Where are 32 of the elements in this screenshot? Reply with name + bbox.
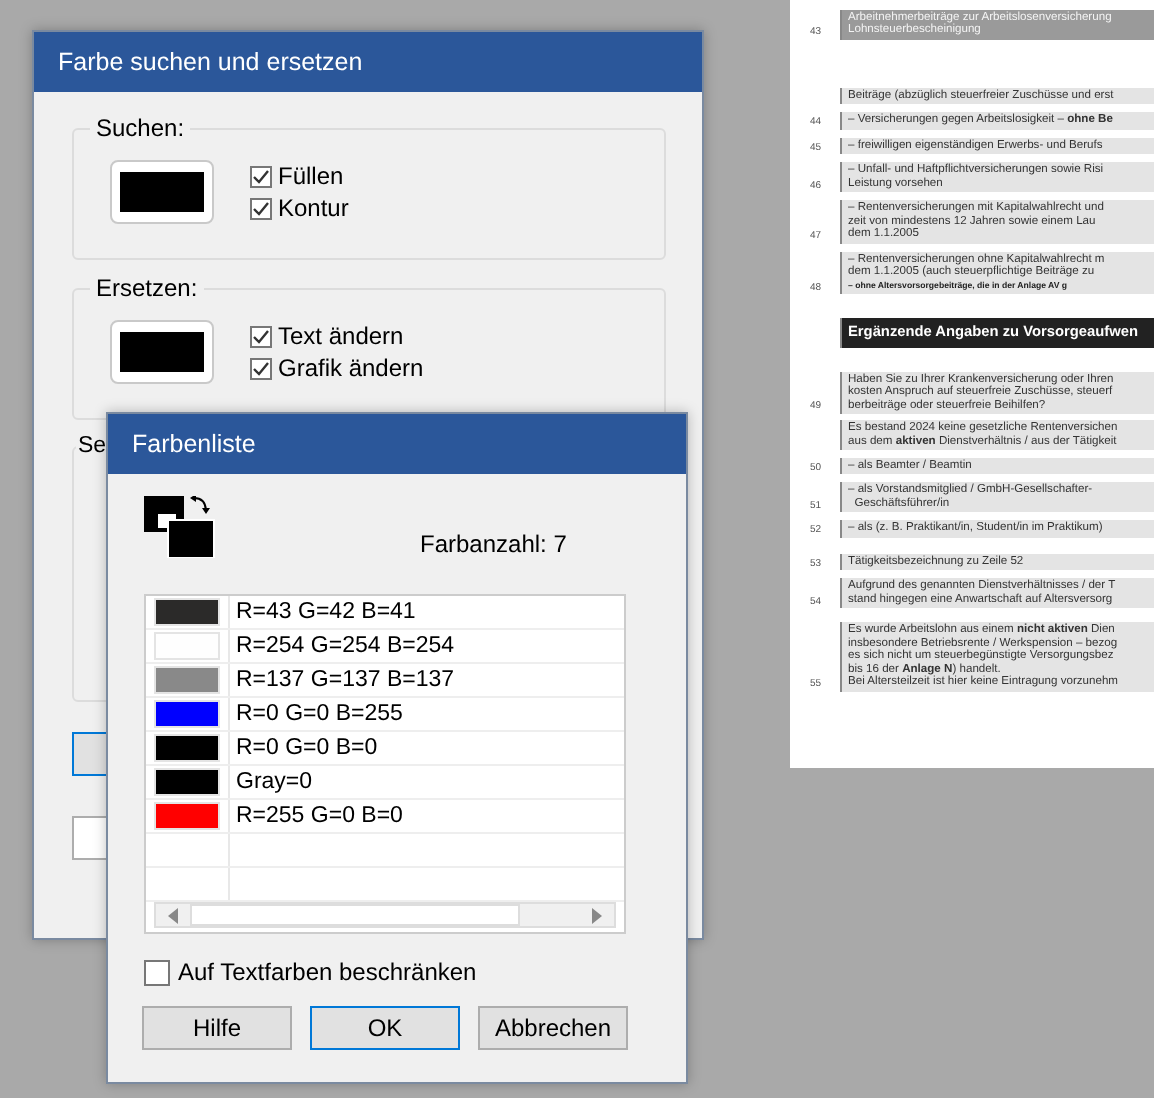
checkbox-label: Füllen [278, 160, 344, 192]
checkbox-label: Grafik ändern [278, 352, 424, 384]
color-swatch[interactable] [110, 160, 214, 224]
horizontal-scrollbar[interactable] [154, 902, 616, 928]
swap-colors-icon[interactable] [144, 496, 216, 558]
scroll-left-icon[interactable] [168, 907, 178, 923]
dialog-button[interactable]: Hilfe [142, 1006, 292, 1050]
window-title: Farbenliste [108, 414, 686, 474]
checkbox-label: Kontur [278, 192, 349, 224]
color-count-label: Farbanzahl: 7 [420, 528, 567, 562]
checkbox[interactable] [250, 357, 272, 379]
checkbox-label: Auf Textfarben beschränken [178, 956, 477, 988]
group-label: Suchen: [94, 116, 187, 140]
checkbox[interactable] [250, 165, 272, 187]
color-list-item[interactable]: R=255 G=0 B=0 [146, 800, 624, 834]
color-list-item[interactable]: R=0 G=0 B=0 [146, 732, 624, 766]
color-list-item[interactable]: R=137 G=137 B=137 [146, 664, 624, 698]
checkbox[interactable] [250, 197, 272, 219]
group-label: Ersetzen: [94, 276, 200, 300]
checkbox[interactable] [144, 959, 170, 985]
window-title: Farbe suchen und ersetzen [34, 32, 702, 92]
dialog-button[interactable]: Abbrechen [478, 1006, 628, 1050]
checkbox-label: Text ändern [278, 320, 404, 352]
group-label: Se [76, 436, 109, 459]
checkbox[interactable] [250, 325, 272, 347]
scroll-right-icon[interactable] [592, 907, 602, 923]
color-swatch[interactable] [110, 320, 214, 384]
color-list-item[interactable]: Gray=0 [146, 766, 624, 800]
dialog-button[interactable]: OK [310, 1006, 460, 1050]
color-list-item[interactable]: R=254 G=254 B=254 [146, 630, 624, 664]
color-list-item[interactable]: R=43 G=42 B=41 [146, 596, 624, 630]
color-list-item[interactable]: R=0 G=0 B=255 [146, 698, 624, 732]
